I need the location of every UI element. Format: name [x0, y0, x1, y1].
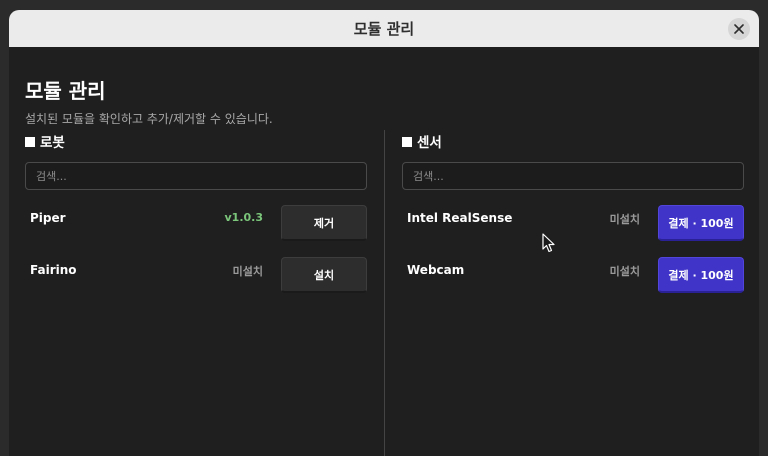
sensor-search-input[interactable]: [402, 162, 744, 190]
square-bullet-icon: [25, 136, 35, 147]
window-title: 모듈 관리: [353, 20, 415, 38]
version-badge: v1.0.3: [224, 211, 264, 224]
list-item-piper: Piper v1.0.3 제거: [25, 205, 367, 257]
square-bullet-icon: [402, 136, 412, 147]
module-manager-window: 모듈 관리 모듈 관리 설치된 모듈을 확인하고 추가/제거할 수 있습니다. …: [9, 10, 759, 456]
page-description: 설치된 모듈을 확인하고 추가/제거할 수 있습니다.: [25, 112, 273, 126]
title-bar: 모듈 관리: [9, 10, 759, 47]
sensor-panel-title: 센서: [402, 133, 744, 151]
content-area: 모듈 관리 설치된 모듈을 확인하고 추가/제거할 수 있습니다. 로봇 Pip…: [9, 47, 759, 456]
page-title: 모듈 관리: [25, 79, 106, 103]
robot-search-input[interactable]: [25, 162, 367, 190]
status-badge: 미설치: [609, 265, 640, 278]
sensor-panel-label: 센서: [417, 135, 442, 151]
sensor-panel: 센서 Intel RealSense 미설치 결제 · 100원 Webcam …: [402, 133, 744, 309]
module-name: Piper: [30, 211, 66, 225]
module-name: Fairino: [30, 263, 77, 277]
list-item-intel-realsense: Intel RealSense 미설치 결제 · 100원: [402, 205, 744, 257]
status-badge: 미설치: [609, 213, 640, 226]
list-item-webcam: Webcam 미설치 결제 · 100원: [402, 257, 744, 309]
status-badge: 미설치: [232, 265, 263, 278]
close-icon: [734, 24, 744, 34]
purchase-button[interactable]: 결제 · 100원: [658, 205, 744, 241]
robot-panel-label: 로봇: [40, 135, 65, 151]
close-button[interactable]: [728, 18, 750, 40]
robot-panel: 로봇 Piper v1.0.3 제거 Fairino 미설치 설치: [25, 133, 367, 309]
module-name: Intel RealSense: [407, 211, 513, 225]
mouse-pointer-icon: [542, 233, 555, 253]
column-divider: [384, 130, 385, 456]
purchase-button[interactable]: 결제 · 100원: [658, 257, 744, 293]
remove-button[interactable]: 제거: [281, 205, 367, 241]
module-name: Webcam: [407, 263, 465, 277]
list-item-fairino: Fairino 미설치 설치: [25, 257, 367, 309]
install-button[interactable]: 설치: [281, 257, 367, 293]
robot-panel-title: 로봇: [25, 133, 367, 151]
